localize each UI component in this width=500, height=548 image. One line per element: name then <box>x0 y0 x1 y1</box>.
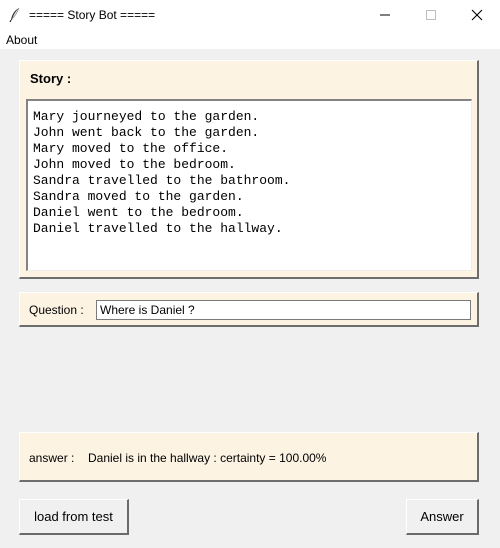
answer-button[interactable]: Answer <box>406 499 479 535</box>
window-title: ===== Story Bot ===== <box>29 8 156 22</box>
maximize-button[interactable] <box>408 0 454 31</box>
question-input[interactable]: Where is Daniel ? <box>96 300 471 320</box>
story-textbox[interactable]: Mary journeyed to the garden. John went … <box>26 99 472 271</box>
answer-panel: answer : Daniel is in the hallway : cert… <box>19 432 479 482</box>
feather-icon <box>8 7 22 23</box>
minimize-button[interactable] <box>362 0 408 31</box>
close-button[interactable] <box>454 0 500 31</box>
menu-about[interactable]: About <box>6 33 37 47</box>
story-panel: Story : Mary journeyed to the garden. Jo… <box>19 60 479 279</box>
load-from-test-button[interactable]: load from test <box>19 499 129 535</box>
title-bar[interactable]: ===== Story Bot ===== <box>0 0 500 31</box>
question-panel: Question : Where is Daniel ? <box>19 292 479 327</box>
menu-bar: About <box>0 31 500 49</box>
story-label: Story : <box>30 71 72 86</box>
close-icon <box>471 9 483 21</box>
minimize-icon <box>380 14 390 16</box>
maximize-icon <box>426 10 436 20</box>
answer-value: Daniel is in the hallway : certainty = 1… <box>88 451 327 465</box>
answer-label: answer : <box>29 451 75 465</box>
question-label: Question : <box>29 303 84 317</box>
